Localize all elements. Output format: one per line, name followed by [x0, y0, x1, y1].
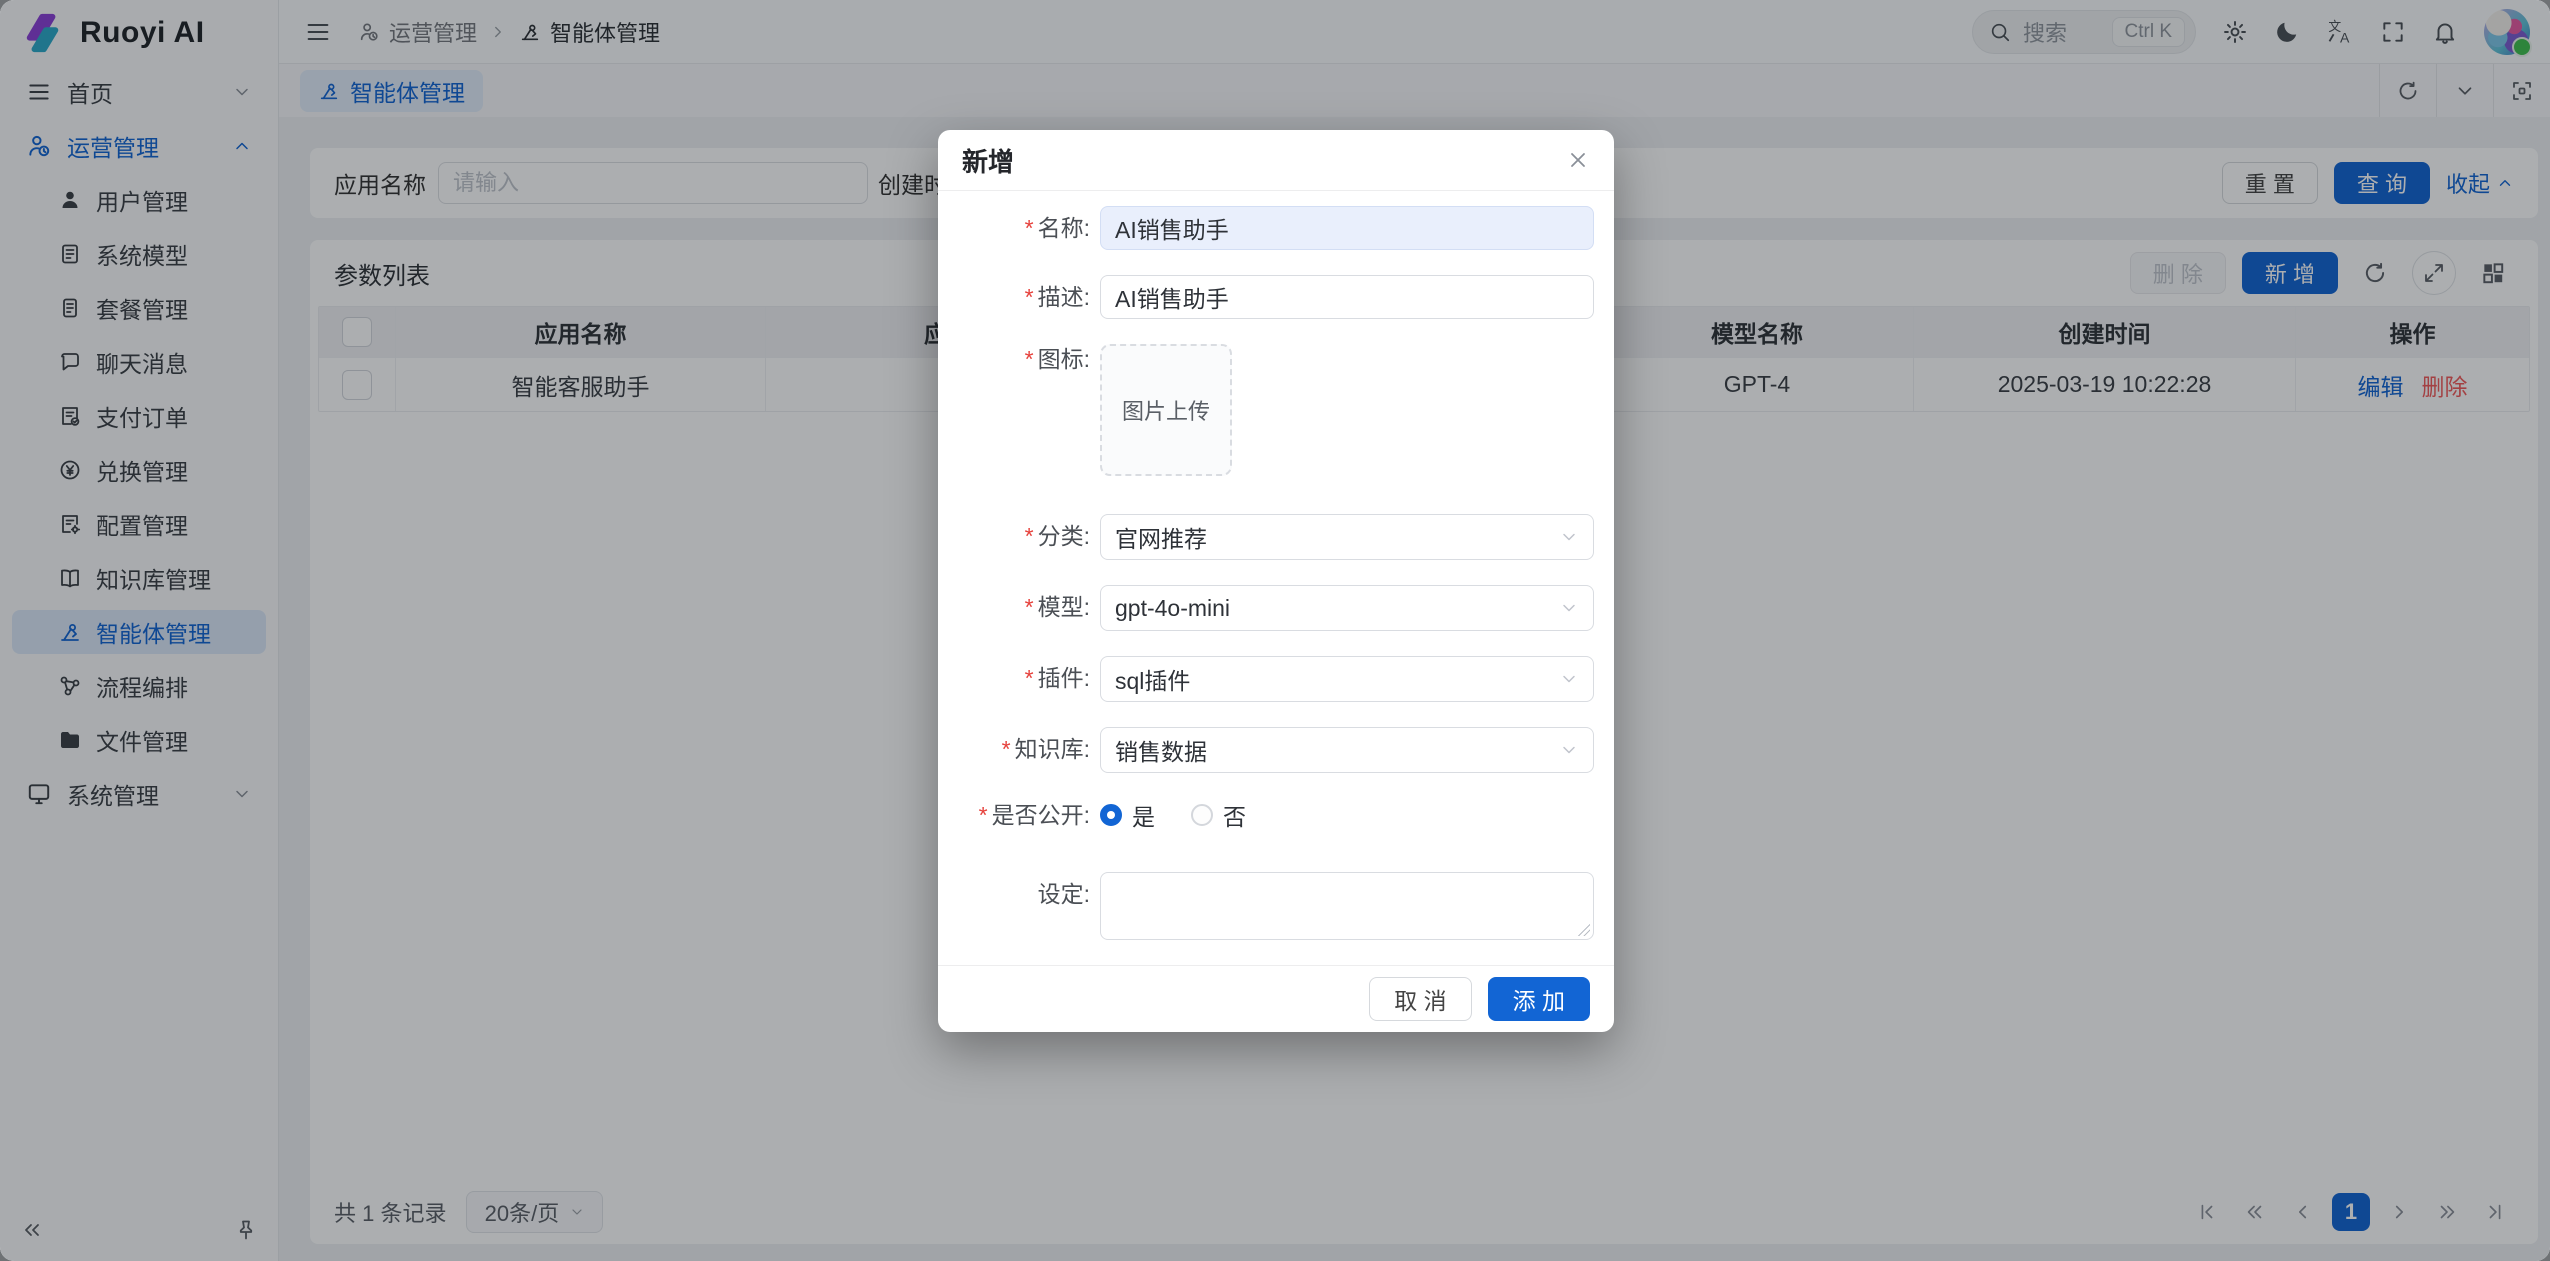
modal-form: *名称: *描述: *图标: 图片上传 *分类: 官网推荐	[938, 191, 1614, 940]
public-label: 是否公开:	[992, 802, 1090, 828]
category-select[interactable]: 官网推荐	[1100, 514, 1594, 560]
form-row-knowledge: *知识库: 销售数据	[950, 727, 1594, 773]
form-row-desc: *描述:	[950, 275, 1594, 319]
required-mark: *	[1025, 665, 1034, 691]
chevron-down-icon	[1559, 598, 1579, 618]
model-select[interactable]: gpt-4o-mini	[1100, 585, 1594, 631]
model-value: gpt-4o-mini	[1115, 595, 1230, 622]
chevron-down-icon	[1559, 740, 1579, 760]
required-mark: *	[1025, 523, 1034, 549]
modal-header: 新增	[938, 130, 1614, 191]
radio-selected-icon	[1100, 804, 1122, 826]
form-row-model: *模型: gpt-4o-mini	[950, 585, 1594, 631]
setting-label: 设定:	[1038, 881, 1090, 907]
chevron-down-icon	[1559, 527, 1579, 547]
resize-grip[interactable]	[1578, 924, 1590, 936]
public-no-label: 否	[1223, 798, 1246, 832]
public-no-radio[interactable]: 否	[1191, 798, 1246, 832]
form-row-plugin: *插件: sql插件	[950, 656, 1594, 702]
image-upload-box[interactable]: 图片上传	[1100, 344, 1232, 476]
public-yes-label: 是	[1132, 798, 1155, 832]
required-mark: *	[1025, 215, 1034, 241]
app-window: Ruoyi AI 首页 运营管理 用户管理 系统模型	[0, 0, 2550, 1261]
chevron-down-icon	[1559, 669, 1579, 689]
add-agent-modal: 新增 *名称: *描述: *图标: 图片上传	[938, 130, 1614, 1032]
upload-text: 图片上传	[1122, 394, 1210, 426]
name-input[interactable]	[1100, 206, 1594, 250]
required-mark: *	[1025, 346, 1034, 372]
form-row-category: *分类: 官网推荐	[950, 514, 1594, 560]
modal-close-button[interactable]	[1566, 148, 1590, 172]
form-row-public: *是否公开: 是 否	[950, 798, 1594, 832]
form-row-icon: *图标: 图片上传	[950, 344, 1594, 476]
knowledge-select[interactable]: 销售数据	[1100, 727, 1594, 773]
setting-textarea[interactable]	[1100, 872, 1594, 940]
public-yes-radio[interactable]: 是	[1100, 798, 1155, 832]
model-label: 模型:	[1038, 594, 1090, 620]
category-label: 分类:	[1038, 523, 1090, 549]
category-value: 官网推荐	[1115, 520, 1207, 554]
form-row-name: *名称:	[950, 206, 1594, 250]
required-mark: *	[1025, 284, 1034, 310]
desc-input[interactable]	[1100, 275, 1594, 319]
required-mark: *	[1002, 736, 1011, 762]
knowledge-label: 知识库:	[1015, 736, 1090, 762]
plugin-value: sql插件	[1115, 662, 1190, 696]
plugin-select[interactable]: sql插件	[1100, 656, 1594, 702]
cancel-button[interactable]: 取 消	[1369, 977, 1471, 1021]
form-row-setting: 设定:	[950, 872, 1594, 940]
close-icon	[1566, 148, 1590, 172]
required-mark: *	[1025, 594, 1034, 620]
modal-footer: 取 消 添 加	[938, 965, 1614, 1032]
required-mark: *	[979, 802, 988, 828]
plugin-label: 插件:	[1038, 665, 1090, 691]
icon-label: 图标:	[1038, 346, 1090, 372]
submit-button[interactable]: 添 加	[1488, 977, 1590, 1021]
modal-title: 新增	[962, 142, 1014, 179]
desc-label: 描述:	[1038, 284, 1090, 310]
radio-unselected-icon	[1191, 804, 1213, 826]
name-label: 名称:	[1038, 215, 1090, 241]
knowledge-value: 销售数据	[1115, 733, 1207, 767]
